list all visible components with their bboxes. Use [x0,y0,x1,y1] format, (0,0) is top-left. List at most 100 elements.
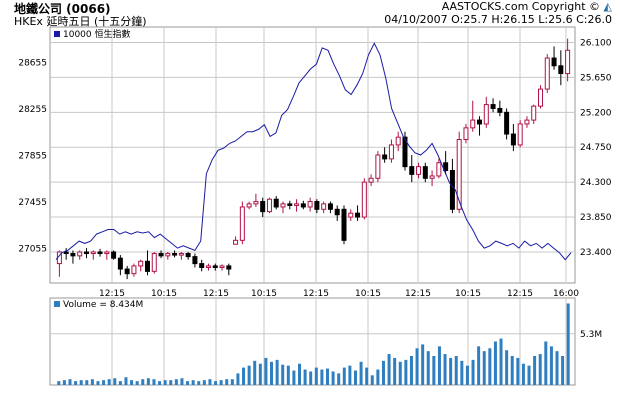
volume-bar [270,361,274,385]
candle-body [551,57,557,67]
volume-bar [477,346,481,385]
candle-body [83,251,89,255]
candle-body [355,212,361,218]
candle-body [327,203,333,210]
legend-label: 10000 恒生指數 [63,28,131,40]
candle-body [246,203,252,208]
volume-bar [549,346,553,385]
volume-bar [516,357,520,385]
volume-bar [421,344,425,385]
volume-bar [521,363,525,385]
candle-body [165,253,171,257]
volume-bar [426,351,430,385]
volume-bar [107,379,111,385]
candle-body [348,212,354,218]
volume-bar [314,367,318,385]
volume-bar [303,369,307,385]
candle-body [361,181,367,218]
candle-body [233,239,239,245]
candle-body [212,265,218,268]
y-right-tick-label: 24.750 [580,143,612,153]
volume-bar [74,381,78,385]
volume-bar [454,356,458,385]
candle-body [449,170,455,210]
volume-bar [230,379,234,385]
volume-bar [449,357,453,385]
candle-body [104,251,110,255]
volume-bar [533,356,537,385]
volume-bar [387,354,391,385]
volume-bar [57,381,61,385]
volume-bar [163,380,167,385]
legend-swatch [54,31,60,37]
volume-bar [309,371,313,385]
volume-bar [320,369,324,385]
volume-bar [465,365,469,385]
volume-bar [353,370,357,385]
volume-bar [180,378,184,385]
volume-bar [393,357,397,385]
candle-body [280,203,286,208]
volume-bar [174,379,178,385]
volume-bar [124,377,128,385]
volume-tick-label: 5.3M [580,330,602,340]
volume-bar [404,359,408,385]
candle-body [70,253,76,257]
volume-bar [202,380,206,385]
candle-body [517,123,523,146]
volume-bar [275,359,279,385]
volume-bar [381,360,385,385]
candle-body [178,253,184,256]
stock-chart: 12:15 10:15 12:15 10:15 12:15 10:15 12:15 10:15… [18,26,612,386]
volume-bar [152,379,156,385]
volume-bar [437,346,441,385]
candle-body [416,166,422,175]
volume-bar [482,351,486,385]
candle-body [260,201,266,213]
volume-bar [443,354,447,385]
candle-body [63,251,69,255]
volume-panel: 5.3M Volume = 8.434M [49,297,602,386]
candle-body [463,127,469,140]
volume-bar [197,381,201,385]
volume-bar [342,367,346,385]
candle-body [111,251,117,259]
volume-bar [488,348,492,385]
candle-body [524,119,530,125]
volume-bar [118,381,122,385]
y-right-tick-label: 25.650 [580,73,612,83]
volume-bar [146,378,150,385]
volume-bar [325,368,329,385]
candle-body [558,65,564,75]
candle-body [497,107,503,113]
candle-body [151,253,157,272]
volume-bar [398,361,402,385]
volume-bar [242,367,246,385]
volume-bar [247,365,251,385]
volume-bar [258,363,262,385]
candle-body [192,256,198,265]
volume-bar [158,381,162,385]
candle-body [531,105,537,121]
candle-body [307,201,313,208]
volume-bar [96,381,100,385]
candle-body [144,260,150,272]
volume-bar [493,341,497,385]
candle-body [477,119,483,125]
volume-bar [505,350,509,385]
candle-body [294,203,300,206]
candle-body [219,265,225,268]
volume-bar [471,359,475,385]
candle-body [375,154,381,179]
candle-body [470,119,476,129]
candle-body [226,265,232,270]
candle-body [273,198,279,208]
volume-bar [365,367,369,385]
candle-body [409,166,415,175]
candle-body [436,162,442,177]
volume-bar [376,369,380,385]
volume-bar [370,375,374,385]
candle-body [266,198,272,213]
y-right-tick-label: 23.850 [580,213,612,223]
volume-bar [85,380,89,385]
